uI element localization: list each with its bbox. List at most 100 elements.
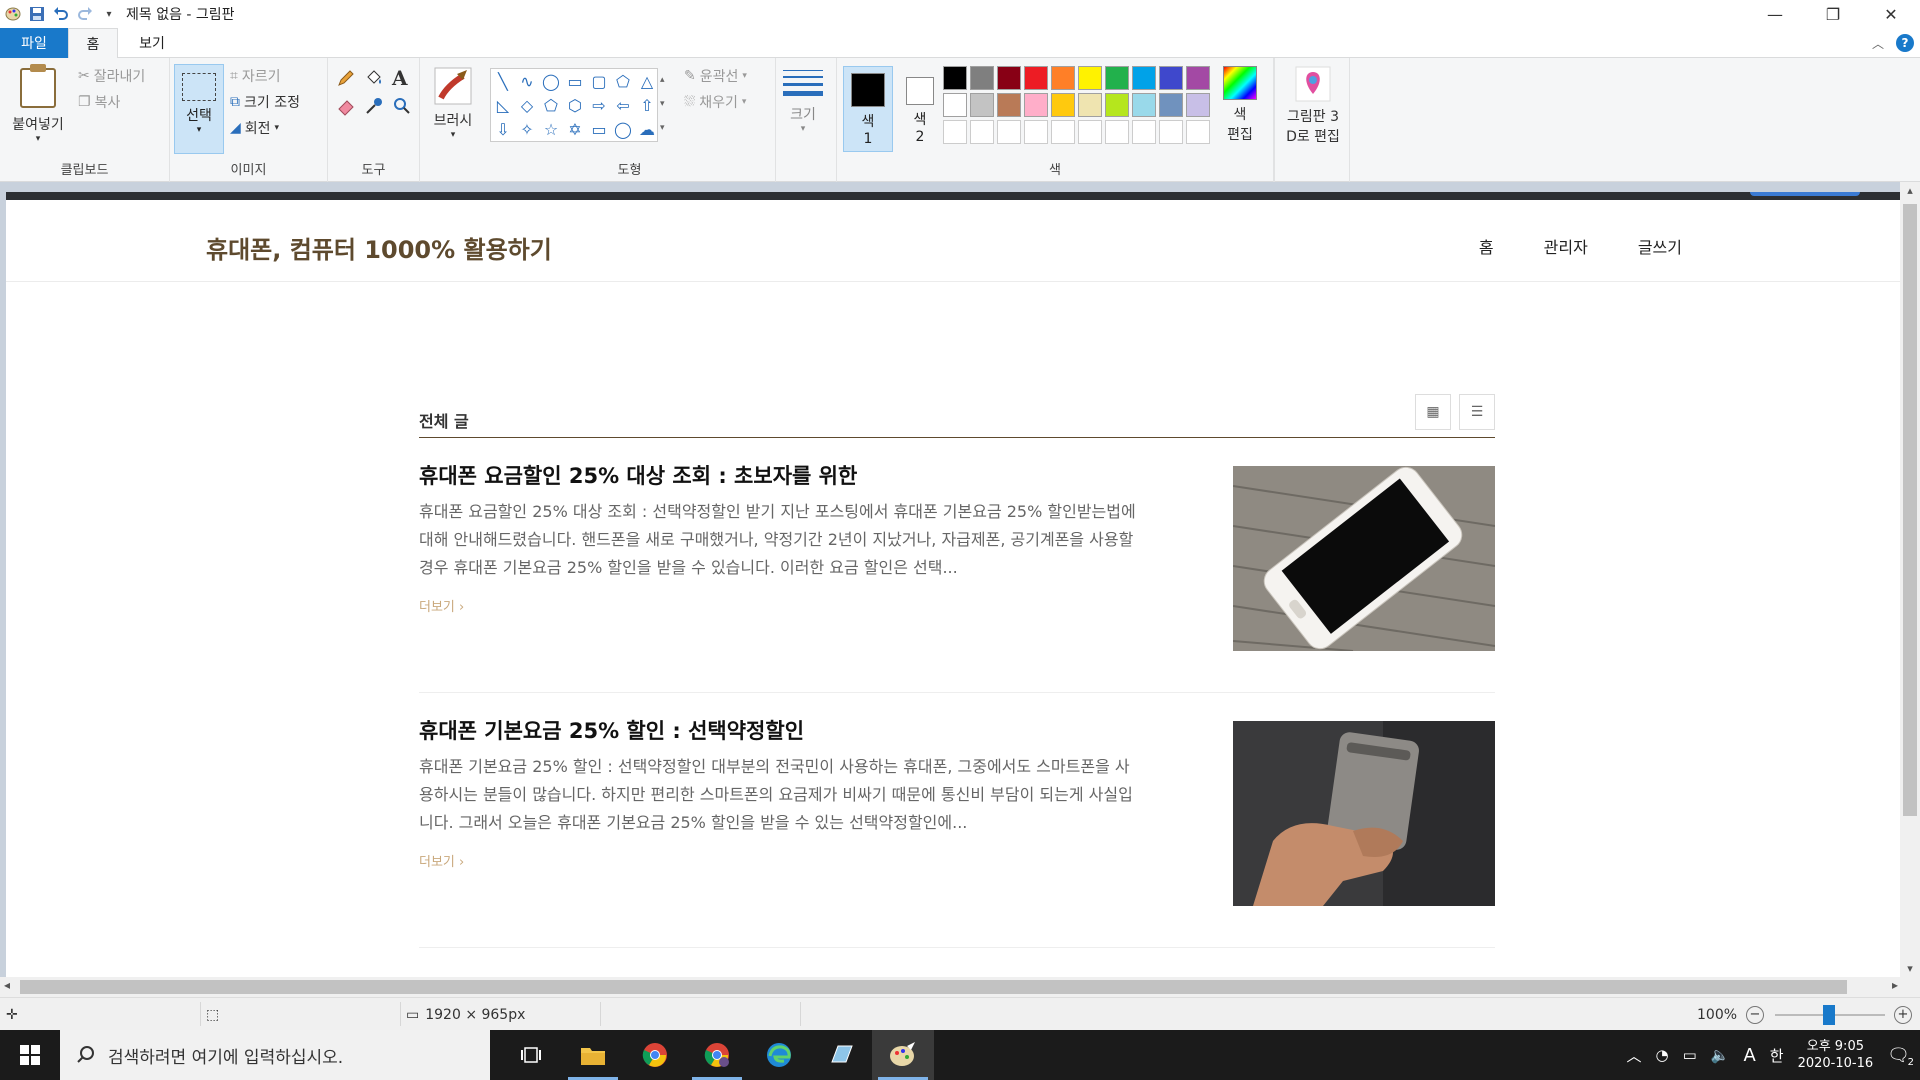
- copy-button[interactable]: ❐ 복사: [78, 92, 120, 112]
- tab-view[interactable]: 보기: [122, 28, 182, 58]
- palette-swatch[interactable]: [1051, 66, 1075, 90]
- rotate-button[interactable]: ◢ 회전 ▾: [230, 118, 279, 138]
- size-button[interactable]: 크기 ▾: [780, 68, 826, 134]
- horizontal-scrollbar[interactable]: ◂ ▸: [0, 977, 1920, 997]
- customize-quick-access-icon[interactable]: ▾: [100, 5, 118, 23]
- scroll-left-icon[interactable]: ◂: [4, 978, 10, 992]
- rounded-rectangle-shape-icon[interactable]: ▢: [587, 69, 611, 93]
- diamond-shape-icon[interactable]: ◇: [515, 93, 539, 117]
- palette-swatch[interactable]: [970, 93, 994, 117]
- pentagon-shape-icon[interactable]: ⬠: [539, 93, 563, 117]
- palette-swatch[interactable]: [1078, 93, 1102, 117]
- resize-button[interactable]: ⧉ 크기 조정: [230, 92, 300, 112]
- zoom-in-icon[interactable]: +: [1894, 1005, 1912, 1024]
- custom-color-slot[interactable]: [1024, 120, 1048, 144]
- triangle-shape-icon[interactable]: △: [635, 69, 659, 93]
- palette-swatch[interactable]: [943, 66, 967, 90]
- palette-swatch[interactable]: [1105, 66, 1129, 90]
- outline-button[interactable]: ✎ 윤곽선 ▾: [684, 66, 747, 86]
- vertical-scroll-thumb[interactable]: [1903, 204, 1917, 816]
- minimize-button[interactable]: —: [1746, 0, 1804, 28]
- right-triangle-shape-icon[interactable]: ◺: [491, 93, 515, 117]
- zoom-out-icon[interactable]: −: [1746, 1005, 1764, 1024]
- edit-colors-button[interactable]: 색 편집: [1218, 66, 1262, 144]
- up-arrow-shape-icon[interactable]: ⇧: [635, 93, 659, 117]
- volume-icon[interactable]: 🔈: [1711, 1046, 1730, 1064]
- help-icon[interactable]: ?: [1896, 34, 1914, 52]
- rectangle-shape-icon[interactable]: ▭: [563, 69, 587, 93]
- palette-swatch[interactable]: [1132, 66, 1156, 90]
- taskbar-app-blue[interactable]: [810, 1030, 872, 1080]
- crop-button[interactable]: ⌗ 자르기: [230, 66, 281, 86]
- custom-color-slot[interactable]: [943, 120, 967, 144]
- color1-button[interactable]: 색 1: [843, 66, 893, 152]
- fill-button[interactable]: ⛆ 채우기 ▾: [684, 92, 746, 112]
- hexagon-shape-icon[interactable]: ⬡: [563, 93, 587, 117]
- notifications-icon[interactable]: 🗨 2: [1887, 1045, 1914, 1068]
- palette-swatch[interactable]: [1024, 93, 1048, 117]
- taskbar-chrome-profile[interactable]: [686, 1030, 748, 1080]
- shapes-scroll[interactable]: ▴ ▾ ▾: [660, 68, 665, 140]
- custom-color-slot[interactable]: [1105, 120, 1129, 144]
- polygon-shape-icon[interactable]: ⬠: [611, 69, 635, 93]
- custom-color-slot[interactable]: [1078, 120, 1102, 144]
- palette-swatch[interactable]: [997, 66, 1021, 90]
- custom-color-slot[interactable]: [997, 120, 1021, 144]
- oval-shape-icon[interactable]: ◯: [539, 69, 563, 93]
- color-picker-tool[interactable]: [364, 96, 384, 116]
- network-icon[interactable]: ◔: [1655, 1046, 1668, 1064]
- redo-icon[interactable]: [76, 5, 94, 23]
- maximize-button[interactable]: ❐: [1804, 0, 1862, 28]
- ime-mode-han[interactable]: 한: [1770, 1045, 1784, 1066]
- oval-callout-shape-icon[interactable]: ◯: [611, 117, 635, 141]
- custom-color-slot[interactable]: [1159, 120, 1183, 144]
- right-arrow-shape-icon[interactable]: ⇨: [587, 93, 611, 117]
- show-hidden-icons-icon[interactable]: ︿: [1626, 1045, 1641, 1066]
- six-point-star-shape-icon[interactable]: ✡: [563, 117, 587, 141]
- text-tool[interactable]: A: [392, 66, 408, 90]
- tab-file[interactable]: 파일: [0, 28, 68, 58]
- palette-swatch[interactable]: [1159, 93, 1183, 117]
- ime-mode-a[interactable]: A: [1743, 1045, 1755, 1066]
- paint-app-icon[interactable]: [4, 5, 22, 23]
- palette-swatch[interactable]: [1186, 66, 1210, 90]
- custom-color-slot[interactable]: [970, 120, 994, 144]
- palette-swatch[interactable]: [1024, 66, 1048, 90]
- cut-button[interactable]: ✂ 잘라내기: [78, 66, 145, 86]
- left-arrow-shape-icon[interactable]: ⇦: [611, 93, 635, 117]
- palette-swatch[interactable]: [1186, 93, 1210, 117]
- taskbar-clock[interactable]: 오후 9:05 2020-10-16: [1798, 1038, 1874, 1072]
- palette-swatch[interactable]: [1159, 66, 1183, 90]
- zoom-slider-thumb[interactable]: [1823, 1005, 1835, 1025]
- taskbar-edge[interactable]: [748, 1030, 810, 1080]
- taskbar-chrome[interactable]: [624, 1030, 686, 1080]
- magnifier-tool[interactable]: [392, 96, 412, 116]
- rect-callout-shape-icon[interactable]: ▭: [587, 117, 611, 141]
- palette-swatch[interactable]: [1078, 66, 1102, 90]
- select-button[interactable]: 선택 ▾: [174, 64, 224, 154]
- curve-shape-icon[interactable]: ∿: [515, 69, 539, 93]
- paste-button[interactable]: 붙여넣기 ▾: [8, 64, 68, 144]
- palette-swatch[interactable]: [943, 93, 967, 117]
- edit-with-paint3d-button[interactable]: 그림판 3 D로 편집: [1275, 66, 1351, 146]
- palette-swatch[interactable]: [997, 93, 1021, 117]
- battery-icon[interactable]: ▭: [1683, 1046, 1697, 1064]
- custom-color-slot[interactable]: [1051, 120, 1075, 144]
- pencil-tool[interactable]: [336, 68, 356, 88]
- scroll-right-icon[interactable]: ▸: [1892, 978, 1898, 992]
- eraser-tool[interactable]: [336, 96, 356, 116]
- horizontal-scroll-thumb[interactable]: [20, 980, 1847, 994]
- four-point-star-shape-icon[interactable]: ✧: [515, 117, 539, 141]
- custom-color-slot[interactable]: [1132, 120, 1156, 144]
- five-point-star-shape-icon[interactable]: ☆: [539, 117, 563, 141]
- line-shape-icon[interactable]: ╲: [491, 69, 515, 93]
- close-button[interactable]: ✕: [1862, 0, 1920, 28]
- collapse-ribbon-icon[interactable]: ︿: [1872, 35, 1884, 52]
- start-button[interactable]: [0, 1030, 60, 1080]
- taskbar-file-explorer[interactable]: [562, 1030, 624, 1080]
- scroll-up-icon[interactable]: ▴: [1900, 184, 1920, 197]
- palette-swatch[interactable]: [970, 66, 994, 90]
- task-view-button[interactable]: [500, 1030, 562, 1080]
- vertical-scrollbar[interactable]: ▴ ▾: [1900, 182, 1920, 977]
- scroll-down-icon[interactable]: ▾: [1900, 962, 1920, 975]
